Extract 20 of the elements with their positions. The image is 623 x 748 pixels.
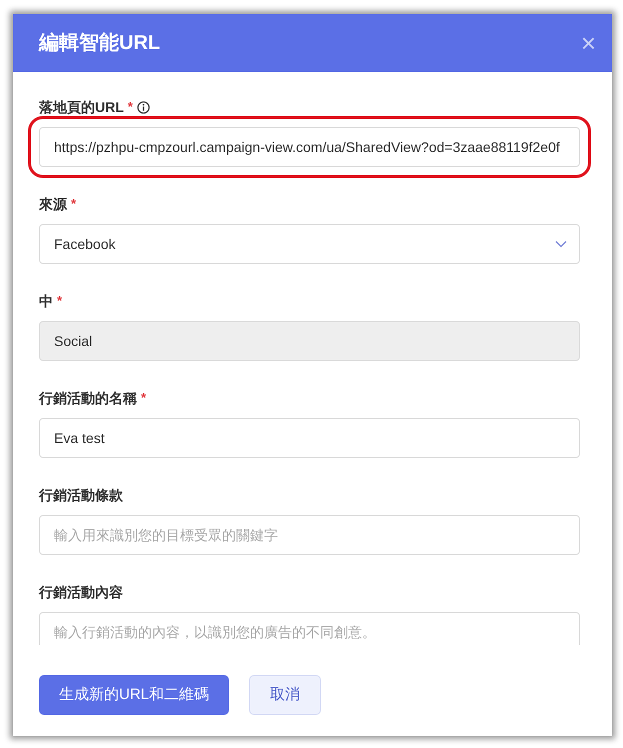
field-label: 行銷活動條款 [39, 486, 123, 504]
required-mark: * [128, 98, 133, 116]
input-field[interactable]: Social [39, 321, 580, 361]
input-field[interactable]: 輸入行銷活動的內容，以識別您的廣告的不同創意。 [39, 612, 580, 645]
source-dropdown[interactable]: Facebook [39, 224, 580, 264]
info-icon[interactable] [136, 100, 150, 114]
dialog-title: 編輯智能URL [39, 31, 160, 56]
required-mark: * [71, 195, 76, 214]
generate-button[interactable]: 生成新的URL和二維碼 [39, 675, 230, 715]
field-label: 來源 [39, 194, 67, 214]
required-mark: * [57, 292, 62, 310]
input-field[interactable]: Eva test [39, 418, 580, 458]
field-label: 行銷活動內容 [39, 582, 123, 602]
field-label: 中 [39, 292, 53, 310]
chevron-down-icon [555, 240, 567, 248]
field-label: 行銷活動的名稱 [39, 388, 137, 408]
required-mark: * [141, 389, 146, 408]
field-label: 落地頁的URL [39, 98, 124, 116]
cancel-button[interactable]: 取消 [249, 675, 322, 715]
input-field[interactable]: 輸入用來識別您的目標受眾的關鍵字 [39, 515, 580, 555]
